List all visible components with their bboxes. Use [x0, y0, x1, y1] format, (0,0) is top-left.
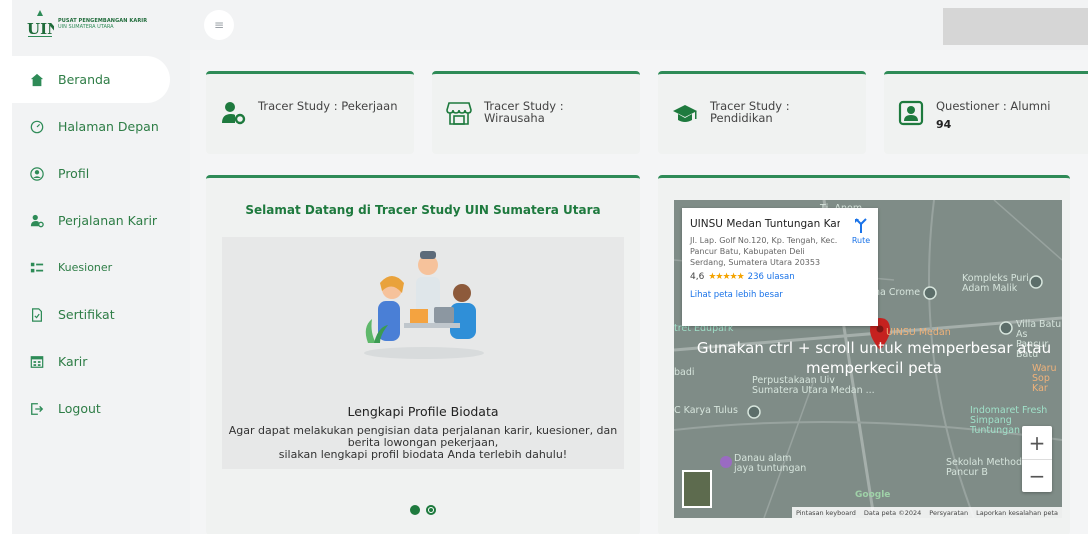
sidebar-item-sertifikat[interactable]: Sertifikat [12, 291, 190, 338]
map-attribution: Pintasan keyboard Data peta ©2024 Persya… [791, 507, 1062, 518]
topbar: ≡ [190, 0, 1088, 50]
welcome-title: Selamat Datang di Tracer Study UIN Sumat… [245, 203, 601, 217]
sidebar-item-label: Kuesioner [58, 261, 113, 274]
sidebar-item-karir[interactable]: Karir [12, 338, 190, 385]
list-icon [30, 261, 44, 275]
sidebar-item-logout[interactable]: Logout [12, 385, 190, 432]
stat-label: Tracer Study : Wirausaha [484, 99, 564, 125]
store-icon [446, 100, 472, 126]
welcome-panel: Selamat Datang di Tracer Study UIN Sumat… [206, 175, 640, 534]
uin-logo-icon: UIN [27, 10, 54, 38]
sidebar-item-label: Halaman Depan [58, 119, 159, 134]
logout-icon [30, 402, 44, 416]
sidebar-item-label: Karir [58, 354, 88, 369]
map-label-perpus: Perpustakaan Uiv Sumatera Utara Medan ..… [752, 375, 875, 396]
home-icon [30, 73, 44, 87]
stat-label: Questioner : Alumni [936, 99, 1051, 113]
sidebar: UIN PUSAT PENGEMBANGAN KARIR UIN SUMATER… [12, 0, 190, 534]
user-menu[interactable] [943, 8, 1088, 45]
user-gear-icon [30, 214, 44, 228]
sidebar-item-label: Perjalanan Karir [58, 213, 158, 228]
stat-label: Tracer Study : Pendidikan [710, 99, 790, 125]
map-label-uinsu: UINSU Medan [886, 327, 951, 338]
map-data-label: Data peta ©2024 [863, 508, 922, 517]
keyboard-shortcuts-link[interactable]: Pintasan keyboard [796, 509, 856, 517]
carousel-dot-2[interactable] [426, 505, 436, 515]
directions-label: Rute [851, 236, 871, 245]
stat-value: 94 [936, 118, 952, 131]
satellite-toggle[interactable] [682, 470, 712, 508]
user-circle-icon [30, 166, 44, 181]
sidebar-item-halaman-depan[interactable]: Halaman Depan [12, 103, 190, 150]
zoom-controls: + − [1022, 426, 1052, 492]
brand-logo[interactable]: UIN PUSAT PENGEMBANGAN KARIR UIN SUMATER… [26, 8, 147, 40]
calendar-icon [30, 355, 44, 369]
sidebar-item-profil[interactable]: Profil [12, 150, 190, 197]
sidebar-item-label: Profil [58, 166, 90, 181]
dashboard-icon [30, 120, 44, 134]
place-info-card: UINSU Medan Tuntungan Kam... Jl. Lap. Go… [682, 208, 878, 326]
view-larger-map-link[interactable]: Lihat peta lebih besar [690, 290, 870, 300]
rating-value: 4,6 [690, 272, 705, 282]
main-content: Tracer Study : Pekerjaan Tracer Study : … [190, 50, 1088, 534]
google-logo: Google [855, 490, 891, 500]
sidebar-item-label: Sertifikat [58, 307, 115, 322]
stat-card-pekerjaan[interactable]: Tracer Study : Pekerjaan [206, 71, 414, 154]
terms-link[interactable]: Persyaratan [929, 509, 968, 517]
map-label-komplek: Kompleks Puri Adam Malik [962, 273, 1029, 294]
carousel-dot-1[interactable] [410, 505, 420, 515]
brand-subtitle: UIN SUMATERA UTARA [58, 24, 114, 30]
zoom-in-button[interactable]: + [1022, 426, 1052, 459]
menu-toggle-button[interactable]: ≡ [204, 10, 234, 40]
reviews-link[interactable]: 236 ulasan [748, 272, 795, 282]
map-label-crome: na Crome [874, 287, 921, 298]
sidebar-item-beranda[interactable]: Beranda [12, 56, 170, 103]
sidebar-item-label: Logout [58, 401, 101, 416]
directions-icon [855, 218, 867, 233]
place-rating: 4,6 ★★★★★ 236 ulasan [690, 272, 870, 282]
map-label-karya: C Karya Tulus [674, 405, 738, 416]
slide-description: Agar dapat melakukan pengisian data perj… [228, 424, 618, 461]
carousel-slide[interactable]: Lengkapi Profile Biodata Agar dapat mela… [222, 237, 624, 469]
place-address: Jl. Lap. Golf No.120, Kp. Tengah, Kec. P… [690, 236, 838, 267]
zoom-out-button[interactable]: − [1022, 459, 1052, 492]
hamburger-icon: ≡ [213, 18, 225, 32]
stat-label: Tracer Study : Pekerjaan [258, 99, 398, 113]
stat-card-alumni[interactable]: Questioner : Alumni 94 [884, 71, 1088, 154]
team-illustration [364, 251, 484, 359]
portrait-icon [898, 100, 924, 126]
map-scroll-hint: Gunakan ctrl + scroll untuk memperbesar … [696, 339, 1052, 377]
carousel-indicators [206, 505, 640, 515]
stat-card-pendidikan[interactable]: Tracer Study : Pendidikan [658, 71, 866, 154]
map-label-sekolah: Sekolah Methodist Pancur B [946, 457, 1034, 478]
place-name: UINSU Medan Tuntungan Kam... [690, 218, 840, 230]
map-label-bad: badi [674, 367, 695, 378]
graduation-cap-icon [672, 100, 698, 126]
svg-text:UIN: UIN [27, 20, 54, 38]
directions-button[interactable]: Rute [846, 218, 876, 245]
sidebar-nav: Beranda Halaman Depan Profil Perjalanan … [12, 56, 190, 432]
user-gear-icon [220, 100, 246, 126]
slide-heading: Lengkapi Profile Biodata [347, 404, 499, 419]
stat-card-wirausaha[interactable]: Tracer Study : Wirausaha [432, 71, 640, 154]
map-label-danau: Danau alam jaya tuntungan [734, 453, 807, 474]
file-check-icon [30, 307, 44, 322]
report-error-link[interactable]: Laporkan kesalahan peta [976, 509, 1058, 517]
rating-stars: ★★★★★ [708, 272, 744, 282]
sidebar-item-perjalanan-karir[interactable]: Perjalanan Karir [12, 197, 190, 244]
sidebar-item-label: Beranda [58, 72, 111, 87]
map-panel: Tj. Anom Kompleks Puri Adam Malik na Cro… [658, 175, 1070, 534]
embedded-map[interactable]: Tj. Anom Kompleks Puri Adam Malik na Cro… [674, 200, 1062, 518]
sidebar-item-kuesioner[interactable]: Kuesioner [12, 244, 190, 291]
